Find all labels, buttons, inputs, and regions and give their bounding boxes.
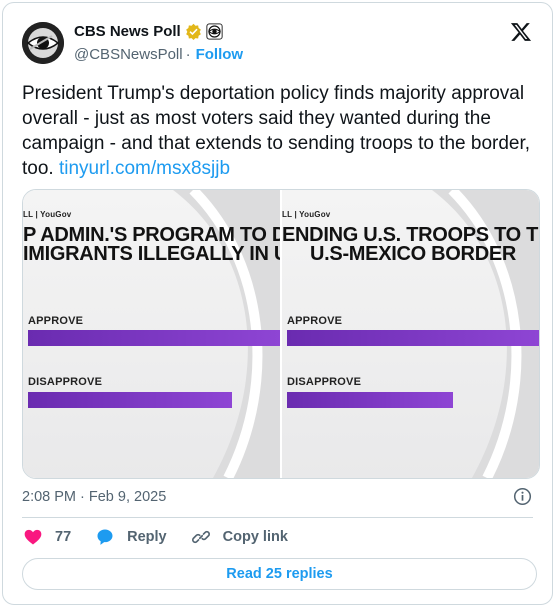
follow-button[interactable]: Follow <box>196 46 244 63</box>
disapprove-label: DISAPPROVE <box>28 376 103 388</box>
copy-link-button[interactable]: Copy link <box>191 527 288 547</box>
account-avatar[interactable] <box>22 22 64 64</box>
cbs-eye-logo-icon <box>22 22 64 64</box>
approve-bar <box>287 330 539 346</box>
disapprove-bar <box>287 392 453 408</box>
handle-separator: · <box>185 46 191 63</box>
info-icon[interactable] <box>513 487 532 506</box>
tweet-actions: 77 Reply Copy link <box>23 527 312 547</box>
tweet-media[interactable]: LL | YouGov P ADMIN.'S PROGRAM TO DE IMI… <box>22 189 540 479</box>
poll-source: LL | YouGov <box>282 210 331 219</box>
approve-bar <box>28 330 280 346</box>
approve-label: APPROVE <box>287 315 343 327</box>
panel-title: P ADMIN.'S PROGRAM TO DE IMIGRANTS ILLEG… <box>23 225 280 265</box>
disapprove-label: DISAPPROVE <box>287 376 362 388</box>
approve-label: APPROVE <box>28 315 84 327</box>
like-button[interactable]: 77 <box>23 527 71 547</box>
tweet-timestamp[interactable]: 2:08 PM · Feb 9, 2025 <box>22 489 166 505</box>
heart-icon <box>24 529 42 545</box>
tweet-text: President Trump's deportation policy fin… <box>22 81 540 181</box>
tweet-link[interactable]: tinyurl.com/msx8sjjb <box>59 158 230 179</box>
panel-title-line-2: IMIGRANTS ILLEGALLY IN U. <box>23 243 280 265</box>
tweet-card: CBS News Poll @CBSNewsPoll · Follow Pres… <box>2 2 553 605</box>
cbs-eye-affiliate-icon[interactable] <box>206 23 223 40</box>
read-replies-button[interactable]: Read 25 replies <box>22 558 537 590</box>
reply-bubble-icon <box>97 529 113 545</box>
media-panel-deportation[interactable]: LL | YouGov P ADMIN.'S PROGRAM TO DE IMI… <box>23 190 280 478</box>
account-name-row: CBS News Poll <box>74 23 223 40</box>
media-panel-troops[interactable]: LL | YouGov ENDING U.S. TROOPS TO TH U.S… <box>282 190 539 478</box>
reply-button[interactable]: Reply <box>95 527 167 547</box>
poll-source: LL | YouGov <box>23 210 72 219</box>
panel-title-line-2: U.S-MEXICO BORDER <box>310 243 517 265</box>
verified-gold-badge-icon <box>185 23 201 40</box>
account-handle[interactable]: @CBSNewsPoll <box>74 46 183 63</box>
account-handle-row: @CBSNewsPoll · Follow <box>74 46 243 63</box>
panel-title: ENDING U.S. TROOPS TO TH U.S-MEXICO BORD… <box>282 225 539 265</box>
disapprove-bar <box>28 392 232 408</box>
link-icon <box>191 530 210 544</box>
divider <box>22 517 533 518</box>
reply-label: Reply <box>127 529 167 545</box>
like-count: 77 <box>55 529 72 545</box>
account-name[interactable]: CBS News Poll <box>74 23 181 40</box>
copy-link-label: Copy link <box>222 529 288 545</box>
x-logo-icon[interactable] <box>510 21 532 43</box>
